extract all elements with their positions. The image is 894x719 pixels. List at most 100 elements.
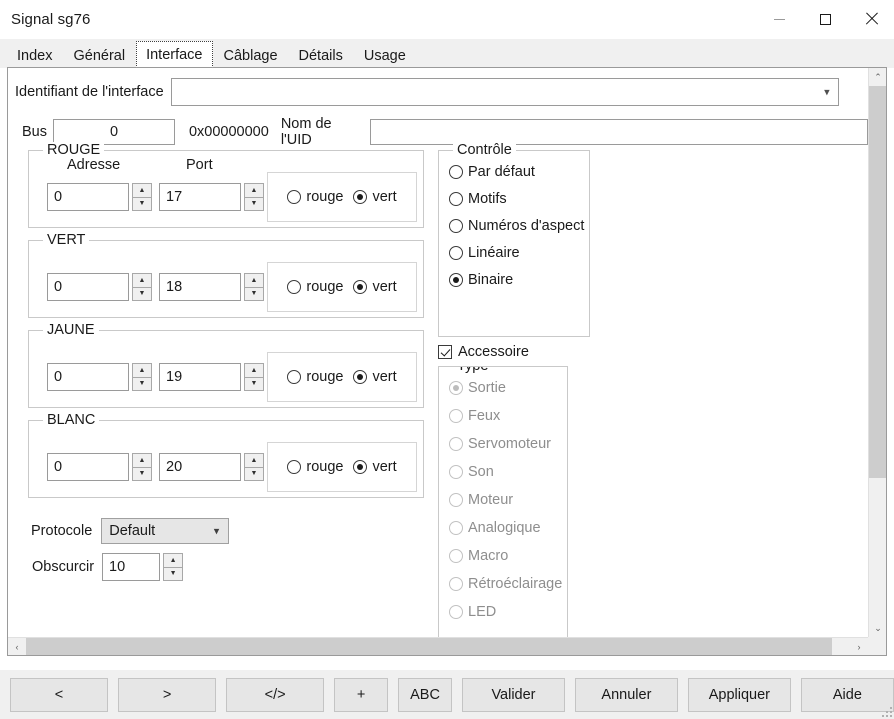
accessoire-checkbox[interactable]: Accessoire <box>438 344 529 360</box>
rouge-adresse-input[interactable]: 0 <box>47 183 129 211</box>
jaune-adresse-stepper[interactable]: 0 ▲ ▼ <box>47 363 152 391</box>
jaune-port-input[interactable]: 19 <box>159 363 241 391</box>
vert-adresse-stepper[interactable]: 0 ▲ ▼ <box>47 273 152 301</box>
scroll-up-icon[interactable]: ⌃ <box>869 68 887 86</box>
spin-down-icon[interactable]: ▼ <box>132 197 152 212</box>
abc-button[interactable]: ABC <box>398 678 452 712</box>
blanc-port-stepper[interactable]: 20 ▲ ▼ <box>159 453 264 481</box>
vert-radio-rouge-label: rouge <box>306 279 343 295</box>
tab-cablage[interactable]: Câblage <box>214 43 288 68</box>
obscurcir-stepper[interactable]: 10 ▲ ▼ <box>102 553 183 581</box>
tab-index[interactable]: Index <box>7 43 62 68</box>
type-option-retroeclairage: Rétroéclairage <box>449 576 562 592</box>
minimize-button[interactable] <box>756 0 802 38</box>
resize-grip-icon[interactable] <box>880 705 892 717</box>
type-option-led: LED <box>449 604 562 620</box>
jaune-radio-rouge-label: rouge <box>306 369 343 385</box>
radio-icon <box>287 280 301 294</box>
checkbox-checked-icon <box>438 345 452 359</box>
uid-input[interactable] <box>370 119 868 145</box>
radio-icon <box>287 190 301 204</box>
vert-adresse-input[interactable]: 0 <box>47 273 129 301</box>
scroll-right-icon[interactable]: › <box>850 638 868 656</box>
spin-up-icon[interactable]: ▲ <box>132 273 152 287</box>
tab-general[interactable]: Général <box>63 43 135 68</box>
maximize-button[interactable] <box>802 0 848 38</box>
spin-up-icon[interactable]: ▲ <box>244 183 264 197</box>
vertical-scrollbar[interactable]: ⌃ ⌄ <box>868 68 886 637</box>
code-button[interactable]: </> <box>226 678 324 712</box>
jaune-adresse-input[interactable]: 0 <box>47 363 129 391</box>
interface-identifier-combo[interactable]: ▾ <box>171 78 839 106</box>
dialog-button-bar: < > </> + ABC Valider Annuler Appliquer … <box>0 670 894 719</box>
bus-label: Bus <box>22 124 47 140</box>
group-controle: Contrôle Par défaut Motifs Numéros d'asp… <box>438 150 590 337</box>
controle-option-binaire[interactable]: Binaire <box>449 272 584 288</box>
scroll-down-icon[interactable]: ⌄ <box>869 619 887 637</box>
horizontal-scrollbar[interactable]: ‹ › <box>8 637 868 655</box>
vert-port-stepper[interactable]: 18 ▲ ▼ <box>159 273 264 301</box>
add-button[interactable]: + <box>334 678 388 712</box>
rouge-radio-rouge-label: rouge <box>306 189 343 205</box>
rouge-port-stepper[interactable]: 17 ▲ ▼ <box>159 183 264 211</box>
obscurcir-input[interactable]: 10 <box>102 553 160 581</box>
rouge-adresse-stepper[interactable]: 0 ▲ ▼ <box>47 183 152 211</box>
spin-up-icon[interactable]: ▲ <box>163 553 183 567</box>
spin-up-icon[interactable]: ▲ <box>244 273 264 287</box>
next-button[interactable]: > <box>118 678 216 712</box>
spin-up-icon[interactable]: ▲ <box>132 453 152 467</box>
spin-down-icon[interactable]: ▼ <box>244 197 264 212</box>
blanc-port-input[interactable]: 20 <box>159 453 241 481</box>
maximize-icon <box>820 14 831 25</box>
blanc-radio-vert-label: vert <box>372 459 396 475</box>
spin-down-icon[interactable]: ▼ <box>163 567 183 582</box>
spin-down-icon[interactable]: ▼ <box>132 287 152 302</box>
vert-radio-rouge[interactable]: rouge <box>287 279 343 295</box>
horizontal-scroll-thumb[interactable] <box>26 638 832 655</box>
interface-identifier-row: Identifiant de l'interface ▾ <box>15 78 839 106</box>
close-button[interactable] <box>848 0 894 38</box>
jaune-radio-rouge[interactable]: rouge <box>287 369 343 385</box>
controle-option-lineaire[interactable]: Linéaire <box>449 245 584 261</box>
vert-port-input[interactable]: 18 <box>159 273 241 301</box>
validate-button[interactable]: Valider <box>462 678 565 712</box>
spin-up-icon[interactable]: ▲ <box>244 363 264 377</box>
spin-down-icon[interactable]: ▼ <box>132 467 152 482</box>
previous-button[interactable]: < <box>10 678 108 712</box>
blanc-adresse-stepper[interactable]: 0 ▲ ▼ <box>47 453 152 481</box>
scroll-left-icon[interactable]: ‹ <box>8 638 26 656</box>
rouge-radio-vert[interactable]: vert <box>353 189 396 205</box>
spin-down-icon[interactable]: ▼ <box>132 377 152 392</box>
jaune-radio-vert[interactable]: vert <box>353 369 396 385</box>
vert-radio-vert[interactable]: vert <box>353 279 396 295</box>
controle-option-par-defaut-label: Par défaut <box>468 164 535 180</box>
minimize-icon <box>774 19 785 20</box>
controle-option-numeros-aspect[interactable]: Numéros d'aspect <box>449 218 584 234</box>
tab-details[interactable]: Détails <box>289 43 353 68</box>
controle-option-par-defaut[interactable]: Par défaut <box>449 164 584 180</box>
spin-up-icon[interactable]: ▲ <box>244 453 264 467</box>
blanc-radio-rouge[interactable]: rouge <box>287 459 343 475</box>
jaune-port-stepper[interactable]: 19 ▲ ▼ <box>159 363 264 391</box>
spin-down-icon[interactable]: ▼ <box>244 467 264 482</box>
spin-up-icon[interactable]: ▲ <box>132 183 152 197</box>
rouge-port-input[interactable]: 17 <box>159 183 241 211</box>
spin-up-icon[interactable]: ▲ <box>132 363 152 377</box>
radio-icon <box>449 605 463 619</box>
spin-down-icon[interactable]: ▼ <box>244 377 264 392</box>
controle-option-motifs[interactable]: Motifs <box>449 191 584 207</box>
tab-interface[interactable]: Interface <box>136 41 212 68</box>
blanc-adresse-input[interactable]: 0 <box>47 453 129 481</box>
blanc-radio-vert[interactable]: vert <box>353 459 396 475</box>
vertical-scroll-thumb[interactable] <box>869 86 886 478</box>
type-option-moteur: Moteur <box>449 492 562 508</box>
vert-radio-vert-label: vert <box>372 279 396 295</box>
tab-usage[interactable]: Usage <box>354 43 416 68</box>
rouge-radio-rouge[interactable]: rouge <box>287 189 343 205</box>
spin-down-icon[interactable]: ▼ <box>244 287 264 302</box>
protocole-select[interactable]: Default ▾ <box>101 518 229 544</box>
apply-button[interactable]: Appliquer <box>688 678 791 712</box>
scrollbar-corner <box>868 637 886 655</box>
group-type-title: Type <box>453 366 492 374</box>
cancel-button[interactable]: Annuler <box>575 678 678 712</box>
